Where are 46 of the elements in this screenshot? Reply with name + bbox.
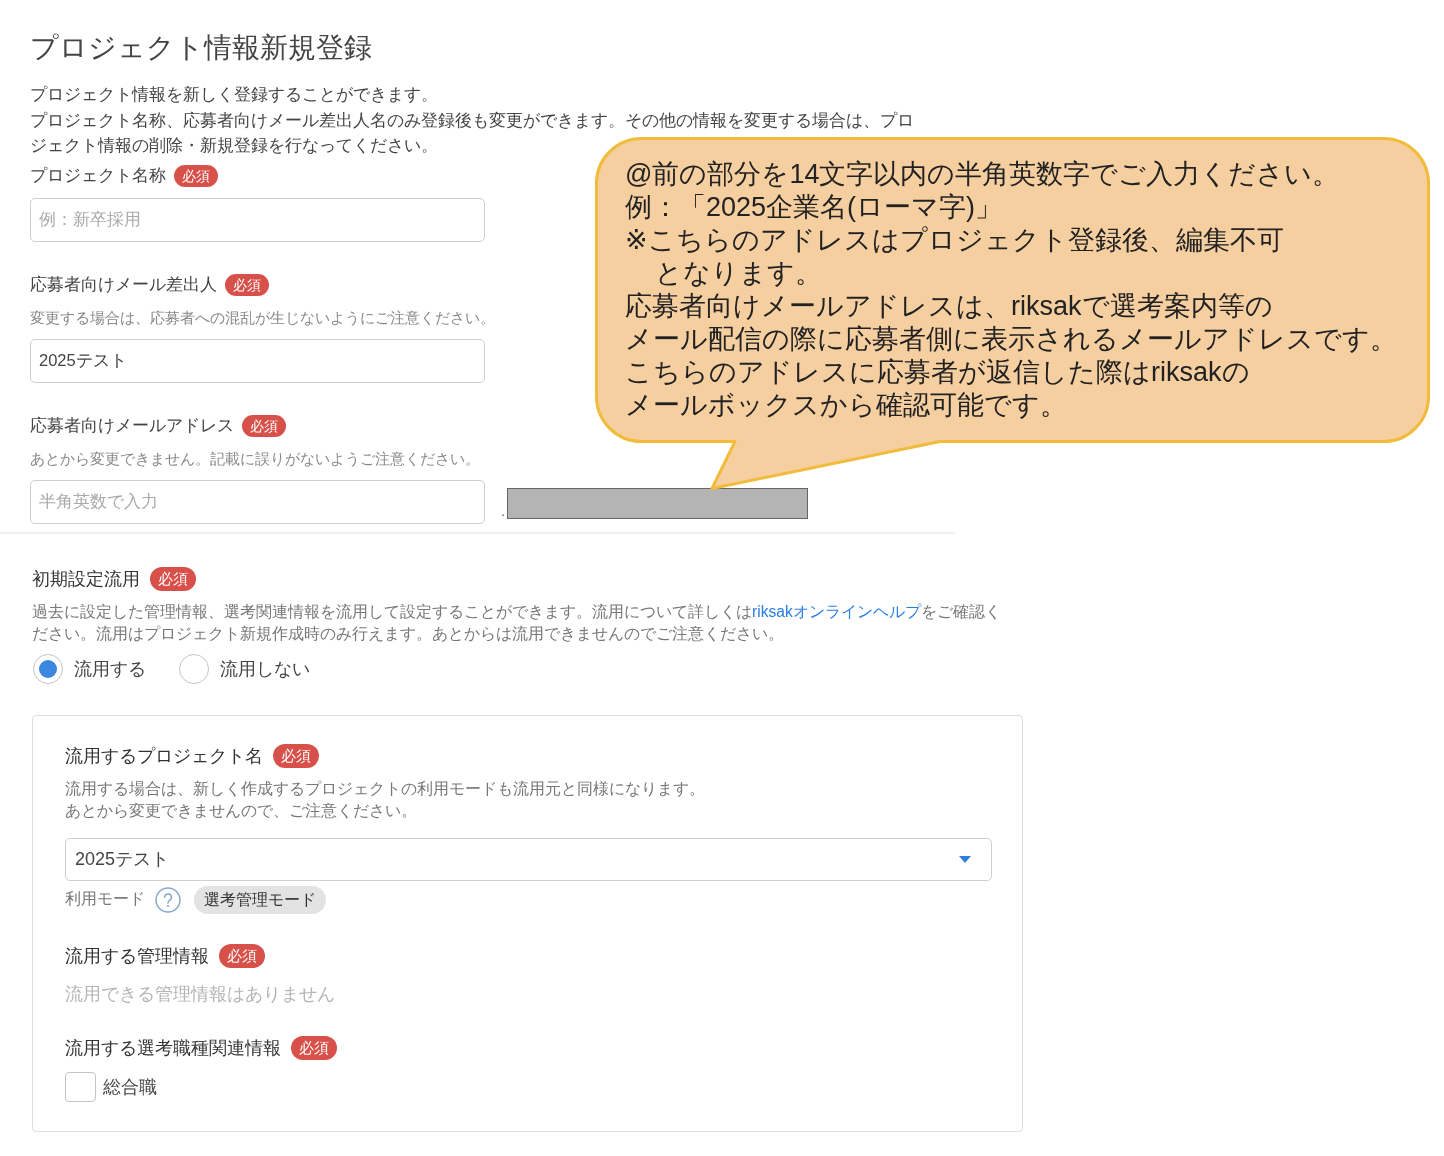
callout-text: メール配信の際に応募者側に表示されるメールアドレスです。 [625, 323, 1397, 356]
input-field[interactable]: 例：新卒採用 [30, 197, 485, 242]
mode-tag: 選考管理モード [194, 885, 326, 914]
field-label: 流用する管理情報 [65, 944, 209, 968]
required-badge: 必須 [273, 743, 319, 768]
radio-button[interactable] [33, 653, 63, 684]
callout-text: こちらのアドレスに応募者が返信した際はriksakの [625, 356, 1250, 389]
hint-text: 変更する場合は、応募者への混乱が生じないようにご注意ください。 [30, 308, 495, 328]
required-badge: 必須 [225, 273, 269, 296]
project-select[interactable]: 2025テスト [65, 837, 992, 881]
page-title: プロジェクト情報新規登録 [30, 31, 372, 65]
callout-text: メールボックスから確認可能です。 [625, 389, 1067, 422]
radio-label[interactable]: 流用しない [220, 655, 310, 682]
callout-text: 応募者向けメールアドレスは、riksakで選考案内等の [625, 290, 1273, 323]
field-label: 流用する選考職種関連情報 [65, 1036, 281, 1060]
required-badge: 必須 [242, 414, 286, 437]
field-label: プロジェクト名称 [30, 164, 166, 187]
help-icon[interactable] [155, 886, 181, 913]
required-badge: 必須 [291, 1035, 337, 1060]
input-field[interactable]: 2025テスト [30, 338, 485, 383]
required-badge: 必須 [174, 164, 218, 187]
radio-button[interactable] [179, 653, 209, 684]
description-text: 過去に設定した管理情報、選考関連情報を流用して設定することができます。流用について詳しくはriksakオンラインヘルプをご確認ください。流用はプロジェクト新規作成時のみ行えます。あとからは流用できませんのでご注意ください。 [32, 601, 1002, 644]
radio-label[interactable]: 流用する [74, 655, 146, 682]
field-label: 応募者向けメールアドレス [30, 414, 234, 437]
callout-text: @前の部分を14文字以内の半角英数字でご入力ください。 [625, 158, 1340, 191]
domain-text: . [501, 501, 506, 521]
callout-text: となります。 [654, 257, 822, 290]
callout-text: ※こちらのアドレスはプロジェクト登録後、編集不可 [625, 224, 1284, 257]
intro-text: プロジェクト情報を新しく登録することができます。 [30, 84, 438, 106]
input-field[interactable]: 半角英数で入力 [30, 479, 485, 524]
mode-label: 利用モード [65, 889, 145, 909]
field-label: 応募者向けメール差出人 [30, 273, 217, 296]
checkbox[interactable] [65, 1071, 96, 1102]
field-label: 流用するプロジェクト名 [65, 744, 263, 768]
hint-text: 流用する場合は、新しく作成するプロジェクトの利用モードも流用元と同様になります。 あとから変更できませんので、ご注意ください。 [65, 778, 705, 821]
callout-text: 例：「2025企業名(ローマ字)」 [625, 191, 1003, 224]
required-badge: 必須 [219, 943, 265, 968]
intro-text: プロジェクト名称、応募者向けメール差出人名のみ登録後も変更ができます。その他の情報を変更する場合は、プロジェクト情報の削除・新規登録を行なってください。 [30, 109, 915, 157]
caret-icon [959, 855, 971, 863]
hint-text: あとから変更できません。記載に誤りがないようご注意ください。 [30, 449, 480, 469]
section-label: 初期設定流用 [32, 567, 140, 591]
checkbox-label[interactable]: 総合職 [103, 1073, 157, 1100]
help-link[interactable]: riksakオンラインヘルプ [752, 602, 921, 620]
empty-text: 流用できる管理情報はありません [65, 982, 335, 1006]
required-badge: 必須 [150, 566, 196, 591]
